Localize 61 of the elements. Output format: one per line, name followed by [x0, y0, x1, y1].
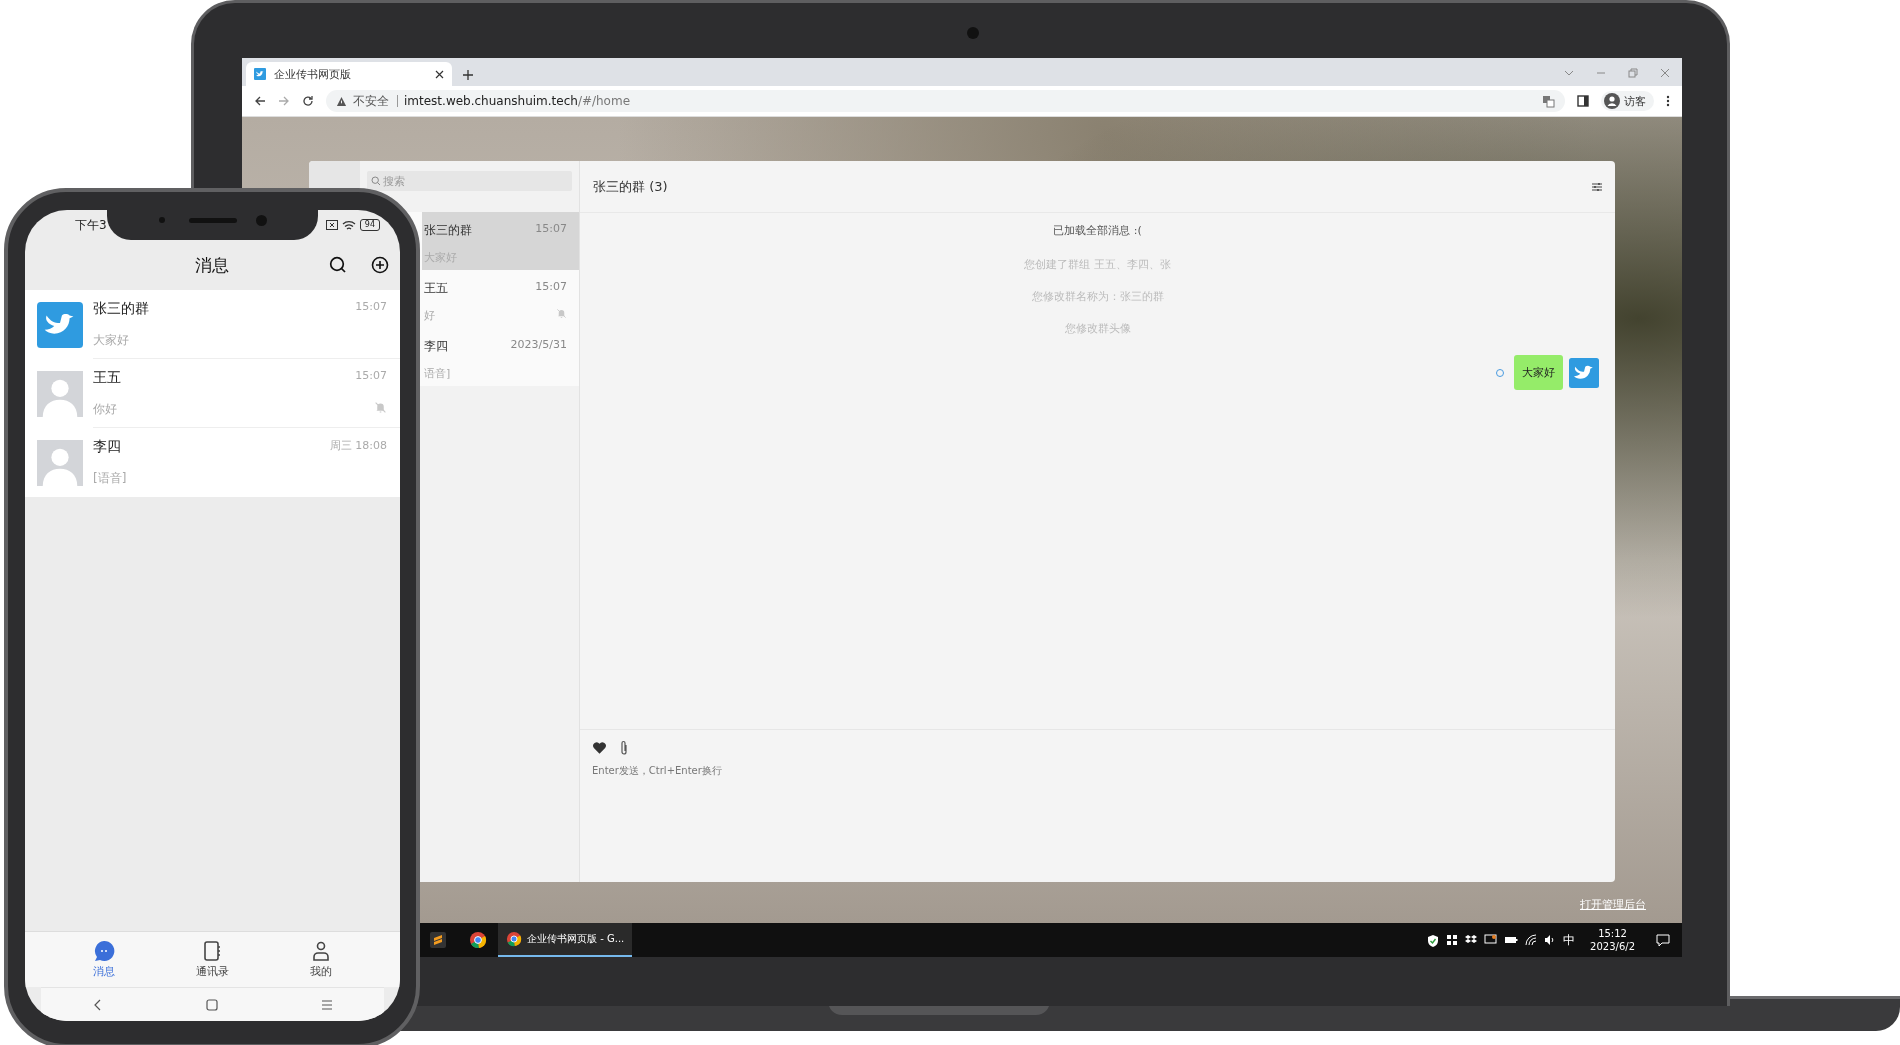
wifi-icon[interactable] [1525, 934, 1538, 946]
tab-button[interactable]: 我的 [285, 932, 356, 987]
heart-icon[interactable] [592, 741, 607, 755]
shield-icon[interactable] [1427, 933, 1440, 947]
back-chevron-icon[interactable] [92, 998, 103, 1011]
add-circle-icon[interactable] [371, 256, 389, 274]
sim-icon [325, 220, 338, 230]
message-input[interactable]: Enter发送，Ctrl+Enter换行 [592, 764, 992, 794]
conversation-item[interactable]: 李四 2023/5/31 语音] [422, 328, 579, 386]
settings-sliders-icon[interactable] [1591, 180, 1603, 193]
input-method[interactable]: 中 [1563, 931, 1576, 949]
conversation-item[interactable]: 王五 15:07 好 [422, 270, 579, 328]
battery-icon[interactable] [1504, 935, 1519, 945]
close-icon[interactable] [435, 69, 444, 79]
search-icon[interactable] [329, 256, 347, 274]
conversation-item[interactable]: 王五 15:07 你好 [25, 359, 400, 428]
wifi-icon [341, 219, 356, 231]
camera [967, 27, 979, 39]
browser-app-icon[interactable] [469, 931, 487, 949]
avatar-silhouette [37, 439, 83, 486]
reload-icon[interactable] [302, 95, 314, 107]
notification-icon[interactable] [1656, 933, 1670, 947]
tab-button[interactable]: 消息 [69, 932, 140, 987]
tray-app-icon[interactable] [1446, 934, 1459, 946]
chevron-down-icon[interactable] [1564, 68, 1574, 78]
security-label: 不安全 [353, 95, 398, 107]
favicon-icon [254, 68, 266, 80]
tab-button[interactable]: 通讯录 [177, 932, 248, 987]
user-avatar-icon [1604, 93, 1620, 109]
clock[interactable]: 15:12 2023/6/2 [1590, 927, 1635, 953]
new-tab-icon[interactable] [462, 69, 474, 81]
taskbar-window[interactable]: 企业传书网页版 - G... [498, 923, 633, 957]
avatar-silhouette [37, 370, 83, 417]
url-path: /#/home [577, 94, 631, 108]
paperclip-icon[interactable] [619, 740, 629, 756]
address-bar[interactable]: 不安全 imtest.web.chuanshuim.tech/#/home [326, 90, 1565, 112]
back-arrow-icon[interactable] [254, 95, 266, 107]
monitor-icon[interactable] [1484, 934, 1498, 946]
status-time: 下午3 [75, 216, 107, 234]
load-status: 已加载全部消息 :( [1053, 223, 1142, 239]
side-panel-icon[interactable] [1577, 95, 1589, 107]
profile-button[interactable]: 访客 [1601, 91, 1654, 111]
warning-icon [336, 95, 347, 107]
group-avatar [1569, 357, 1599, 388]
conversation-item[interactable]: 张三的群 15:07 大家好 [25, 290, 400, 359]
screen-title: 消息 [194, 253, 230, 277]
more-menu-icon[interactable] [1666, 95, 1670, 107]
browser-tab[interactable]: 企业传书网页版 [246, 62, 452, 86]
url-host: imtest.web.chuanshuim.tech [404, 94, 578, 108]
group-avatar [37, 301, 83, 348]
battery-level: 94 [359, 219, 380, 231]
editor-app-icon[interactable] [430, 932, 446, 948]
search-field[interactable]: 搜索 [367, 171, 572, 191]
message-bubble: 大家好 [1514, 355, 1563, 390]
dropbox-icon[interactable] [1465, 934, 1478, 946]
chat-title: 张三的群 (3) [593, 177, 668, 196]
translate-icon[interactable] [1542, 94, 1555, 108]
search-icon [371, 176, 381, 186]
browser-app-icon [506, 931, 522, 947]
home-square-icon[interactable] [205, 998, 218, 1011]
chat-bubble-icon [93, 940, 116, 962]
